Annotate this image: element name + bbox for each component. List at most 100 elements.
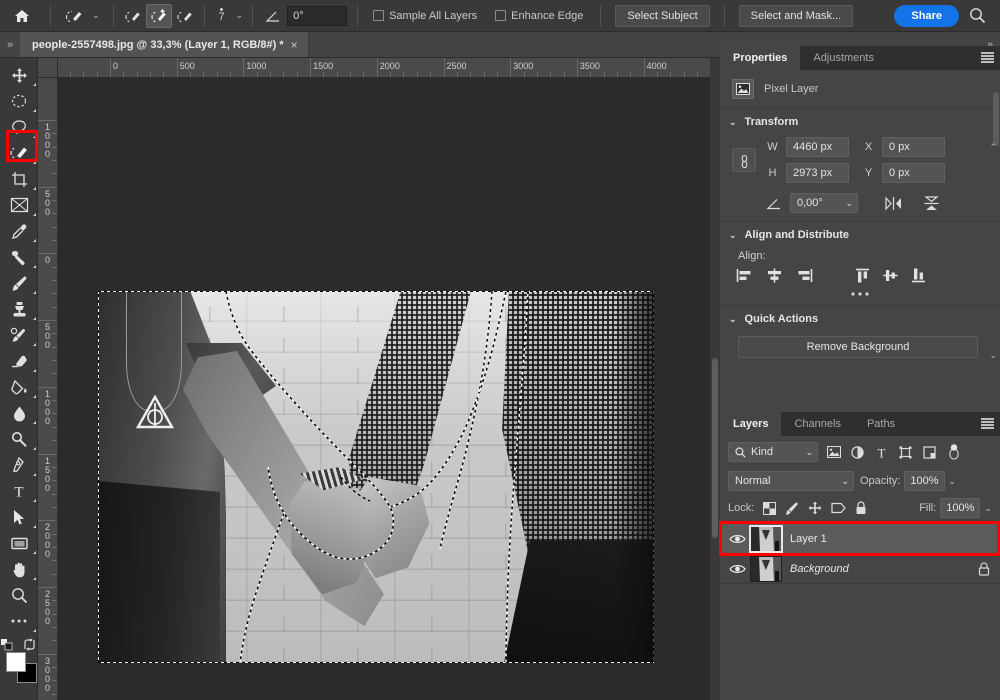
frame-tool[interactable] [0, 192, 38, 218]
chevron-down-icon[interactable]: ⌄ [729, 314, 737, 325]
new-selection-button[interactable] [120, 4, 146, 28]
pen-tool[interactable] [0, 452, 38, 478]
layer-name[interactable]: Background [790, 563, 849, 575]
filter-type-icon[interactable]: T [873, 443, 890, 461]
close-icon[interactable]: × [291, 38, 298, 52]
chevron-down-icon[interactable]: ⌄ [949, 476, 957, 487]
chevron-down-icon[interactable]: ⌄ [805, 447, 813, 458]
panel-menu-icon[interactable] [981, 52, 994, 63]
panel-menu-icon[interactable] [981, 418, 994, 429]
document-image[interactable] [98, 291, 654, 663]
enhance-edge-checkbox[interactable]: Enhance Edge [486, 10, 592, 22]
lock-artboard-nesting-icon[interactable] [831, 501, 847, 515]
filter-pixel-icon[interactable] [825, 443, 842, 461]
canvas-viewport[interactable] [58, 78, 710, 700]
chevron-down-icon[interactable]: ⌄ [729, 117, 737, 128]
align-horizontal-centers-icon[interactable] [766, 268, 783, 283]
tab-properties[interactable]: Properties [720, 46, 801, 70]
align-vertical-centers-icon[interactable] [883, 268, 898, 283]
sample-all-layers-checkbox[interactable]: Sample All Layers [364, 10, 486, 22]
align-right-edges-icon[interactable] [796, 268, 813, 283]
type-tool[interactable]: T [0, 478, 38, 504]
eye-icon[interactable] [724, 563, 750, 575]
quick-selection-tool[interactable] [0, 140, 38, 166]
angle-input[interactable]: 0,00° ⌄ [790, 193, 858, 213]
flip-horizontal-icon[interactable] [884, 195, 903, 211]
eye-icon[interactable] [724, 533, 750, 545]
align-top-edges-icon[interactable] [855, 268, 870, 283]
eraser-tool[interactable] [0, 348, 38, 374]
eyedropper-tool[interactable] [0, 218, 38, 244]
path-selection-tool[interactable] [0, 504, 38, 530]
blend-mode-select[interactable]: Normal ⌄ [728, 471, 854, 491]
remove-background-button[interactable]: Remove Background [738, 336, 978, 358]
angle-input[interactable]: 0° [287, 5, 348, 26]
ellipsis-icon[interactable] [850, 291, 870, 297]
layer-thumbnail[interactable] [749, 524, 783, 553]
vertical-ruler[interactable]: 10005000500100015002000250030003500 [38, 78, 58, 700]
filter-toggle-icon[interactable] [945, 443, 962, 461]
filter-adjustment-icon[interactable] [849, 443, 866, 461]
horizontal-ruler[interactable]: 050010001500200025003000350040004500 [58, 58, 710, 78]
brush-tool[interactable] [0, 270, 38, 296]
y-input[interactable]: 0 px [882, 163, 945, 183]
dock-scrollbar[interactable] [712, 358, 718, 538]
zoom-tool[interactable] [0, 582, 38, 608]
lock-position-icon[interactable] [808, 501, 822, 515]
lock-all-icon[interactable] [855, 501, 867, 515]
swap-colors-icon[interactable] [23, 638, 36, 651]
dodge-tool[interactable] [0, 426, 38, 452]
spot-healing-tool[interactable] [0, 244, 38, 270]
height-input[interactable]: 2973 px [786, 163, 849, 183]
lock-image-pixels-icon[interactable] [785, 501, 799, 515]
checkbox-box[interactable] [495, 10, 507, 21]
edit-toolbar-button[interactable] [0, 608, 38, 634]
transform-section-header[interactable]: ⌄ Transform [720, 108, 1000, 135]
tab-paths[interactable]: Paths [853, 412, 909, 436]
checkbox-box[interactable] [373, 10, 385, 21]
subtract-from-selection-button[interactable] [172, 4, 198, 28]
width-input[interactable]: 4460 px [786, 137, 849, 157]
filter-smart-object-icon[interactable] [921, 443, 938, 461]
tab-layers[interactable]: Layers [720, 412, 782, 436]
blur-tool[interactable] [0, 400, 38, 426]
document-tab[interactable]: people-2557498.jpg @ 33,3% (Layer 1, RGB… [20, 32, 309, 57]
align-section-header[interactable]: ⌄ Align and Distribute [720, 221, 1000, 248]
ruler-corner[interactable] [38, 58, 58, 78]
select-subject-button[interactable]: Select Subject [615, 4, 710, 27]
marquee-tool[interactable] [0, 88, 38, 114]
default-colors-icon[interactable] [0, 638, 14, 652]
layer-row-layer-1[interactable]: Layer 1 [720, 524, 1000, 554]
history-brush-tool[interactable] [0, 322, 38, 348]
share-button[interactable]: Share [894, 4, 959, 27]
hand-tool[interactable] [0, 556, 38, 582]
link-dimensions-icon[interactable] [732, 148, 756, 172]
tool-preset-picker[interactable]: ⌄ [57, 4, 107, 28]
tab-adjustments[interactable]: Adjustments [800, 46, 887, 70]
select-and-mask-button[interactable]: Select and Mask... [738, 4, 854, 27]
chevron-down-icon[interactable]: ⌄ [984, 503, 992, 514]
home-icon[interactable] [0, 0, 44, 32]
opacity-input[interactable]: 100% [904, 471, 945, 491]
quick-actions-section-header[interactable]: ⌄ Quick Actions [720, 305, 1000, 332]
rectangle-tool[interactable] [0, 530, 38, 556]
panel-collapse-icon[interactable]: » [0, 32, 20, 57]
brush-chevron-down-icon[interactable]: ⌄ [233, 10, 247, 21]
align-bottom-edges-icon[interactable] [911, 268, 926, 283]
tab-channels[interactable]: Channels [781, 412, 854, 436]
filter-kind-select[interactable]: Kind ⌄ [728, 442, 818, 462]
add-to-selection-button[interactable] [145, 3, 172, 28]
brush-size-picker[interactable]: 7 [211, 1, 233, 31]
layer-row-background[interactable]: Background [720, 554, 1000, 584]
chevron-down-icon[interactable]: ⌄ [841, 476, 849, 487]
scroll-up-icon[interactable]: ⌃ [989, 142, 997, 153]
move-tool[interactable] [0, 62, 38, 88]
search-icon[interactable] [969, 7, 986, 24]
chevron-down-icon[interactable]: ⌄ [89, 10, 103, 21]
gradient-tool[interactable] [0, 374, 38, 400]
properties-scrollbar[interactable] [993, 92, 999, 146]
flip-vertical-icon[interactable] [923, 195, 940, 212]
x-input[interactable]: 0 px [882, 137, 945, 157]
crop-tool[interactable] [0, 166, 38, 192]
clone-stamp-tool[interactable] [0, 296, 38, 322]
